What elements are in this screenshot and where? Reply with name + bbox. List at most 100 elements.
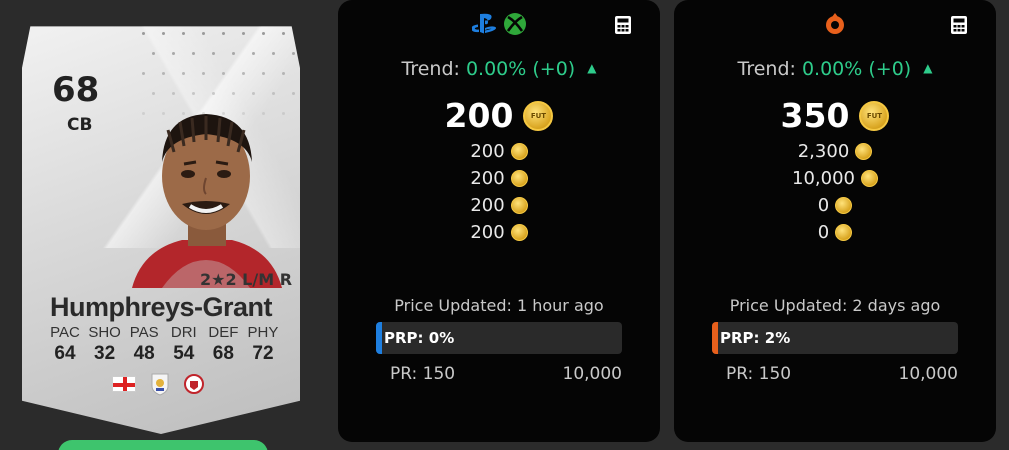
price-updated: Price Updated: 2 days ago — [729, 296, 941, 315]
price-list: 200 200 200 200 — [338, 140, 660, 243]
card-pattern-dot — [292, 52, 295, 55]
price-panel-console: Trend: 0.00% (+0) ▲ 200 FUT 200 200 200 … — [338, 0, 660, 442]
trend-value: 0.00% (+0) — [801, 58, 912, 80]
stat-pas: PAS 48 — [125, 324, 163, 365]
card-pattern-dot — [222, 32, 225, 35]
list-item: 200 — [470, 221, 528, 243]
prp-label: PRP: 2% — [720, 329, 791, 347]
stat-value: 68 — [212, 343, 234, 364]
stat-value: 32 — [94, 343, 116, 364]
player-rating: 68 — [52, 70, 100, 110]
trend-label: Trend: — [401, 58, 460, 80]
price-panel-pc: Trend: 0.00% (+0) ▲ 350 FUT 2,300 10,000… — [674, 0, 996, 442]
stat-label: PAC — [50, 324, 80, 341]
card-pattern-dot — [252, 52, 255, 55]
price-value: 0 — [817, 194, 830, 216]
card-pattern-dot — [202, 32, 205, 35]
trend-value: 0.00% (+0) — [465, 58, 576, 80]
stat-phy: PHY 72 — [244, 324, 282, 365]
card-pattern-dot — [282, 32, 285, 35]
trend: Trend: 0.00% (+0) ▲ — [338, 58, 660, 80]
stat-value: 54 — [173, 343, 195, 364]
player-photo — [132, 114, 282, 288]
stat-label: DRI — [170, 324, 197, 341]
skills-weakfoot-workrate: 2★2 L/M R — [200, 270, 293, 289]
club-badge-icon — [184, 374, 204, 394]
card-pattern-dot — [212, 52, 215, 55]
card-pattern-dot — [222, 72, 225, 75]
price-value: 2,300 — [797, 140, 850, 162]
stat-pac: PAC 64 — [46, 324, 84, 365]
price-range: PR: 150 10,000 — [390, 364, 622, 384]
player-badges — [112, 372, 204, 396]
stat-value: 72 — [252, 343, 274, 364]
platform-icons — [338, 12, 660, 36]
prp-accent — [376, 322, 382, 354]
price-value: 200 — [470, 140, 505, 162]
stat-value: 64 — [54, 343, 76, 364]
coin-icon — [510, 142, 528, 160]
card-pattern-dot — [232, 52, 235, 55]
card-pattern-dot — [142, 32, 145, 35]
xbox-icon — [504, 13, 526, 35]
stat-label: PAS — [129, 324, 159, 341]
stat-label: PHY — [247, 324, 279, 341]
main-price: 200 FUT — [338, 96, 660, 135]
card-pattern-dot — [182, 32, 185, 35]
coin-icon — [510, 223, 528, 241]
coin-icon — [835, 223, 853, 241]
calculator-icon[interactable] — [950, 15, 968, 35]
prp-bar: PRP: 0% — [376, 322, 622, 354]
price-range-min: PR: 150 — [390, 364, 456, 384]
fut-coin-icon: FUT — [523, 100, 554, 131]
card-pattern-dot — [162, 32, 165, 35]
price-value: 0 — [817, 221, 830, 243]
card-pattern-dot — [282, 72, 285, 75]
card-pattern-dot — [272, 52, 275, 55]
price-range-min: PR: 150 — [726, 364, 792, 384]
player-position: CB — [67, 115, 93, 135]
card-pattern-dot — [202, 72, 205, 75]
player-name: Humphreys-Grant — [49, 292, 273, 322]
card-pattern-dot — [292, 92, 295, 95]
card-pattern-dot — [152, 52, 155, 55]
stat-value: 48 — [133, 343, 155, 364]
prp-bar: PRP: 2% — [712, 322, 958, 354]
list-item: 200 — [470, 167, 528, 189]
trend-label: Trend: — [737, 58, 796, 80]
main-price-value: 350 — [780, 96, 850, 135]
prp-accent — [712, 322, 718, 354]
list-item: 200 — [470, 194, 528, 216]
card-pattern-dot — [142, 72, 145, 75]
price-updated: Price Updated: 1 hour ago — [394, 296, 604, 315]
player-stats: PAC 64 SHO 32 PAS 48 DRI 54 DEF 68 PHY 7… — [46, 324, 282, 365]
list-item: 0 — [817, 221, 853, 243]
stat-sho: SHO 32 — [86, 324, 124, 365]
player-card[interactable]: 68 CB 2★2 L/M R Humphreys-Grant PAC 64 S… — [22, 18, 300, 434]
list-item: 10,000 — [792, 167, 878, 189]
prp-label: PRP: 0% — [384, 329, 455, 347]
stat-def: DEF 68 — [204, 324, 242, 365]
trend-up-icon: ▲ — [923, 61, 933, 75]
card-pattern-dot — [242, 72, 245, 75]
action-button[interactable] — [58, 440, 268, 450]
main-price-value: 200 — [444, 96, 514, 135]
coin-icon — [835, 196, 853, 214]
card-pattern-dot — [182, 72, 185, 75]
list-item: 0 — [817, 194, 853, 216]
price-range-max: 10,000 — [562, 364, 622, 384]
main-price: 350 FUT — [674, 96, 996, 135]
list-item: 2,300 — [798, 140, 873, 162]
list-item: 200 — [470, 140, 528, 162]
price-value: 200 — [470, 194, 505, 216]
stat-label: SHO — [88, 324, 121, 341]
stat-label: DEF — [208, 324, 239, 341]
card-pattern-dot — [262, 32, 265, 35]
coin-icon — [860, 169, 878, 187]
card-pattern-dot — [242, 32, 245, 35]
playstation-icon — [471, 13, 497, 34]
coin-icon — [855, 142, 873, 160]
price-value: 200 — [470, 221, 505, 243]
calculator-icon[interactable] — [614, 15, 632, 35]
england-flag-icon — [112, 376, 136, 392]
